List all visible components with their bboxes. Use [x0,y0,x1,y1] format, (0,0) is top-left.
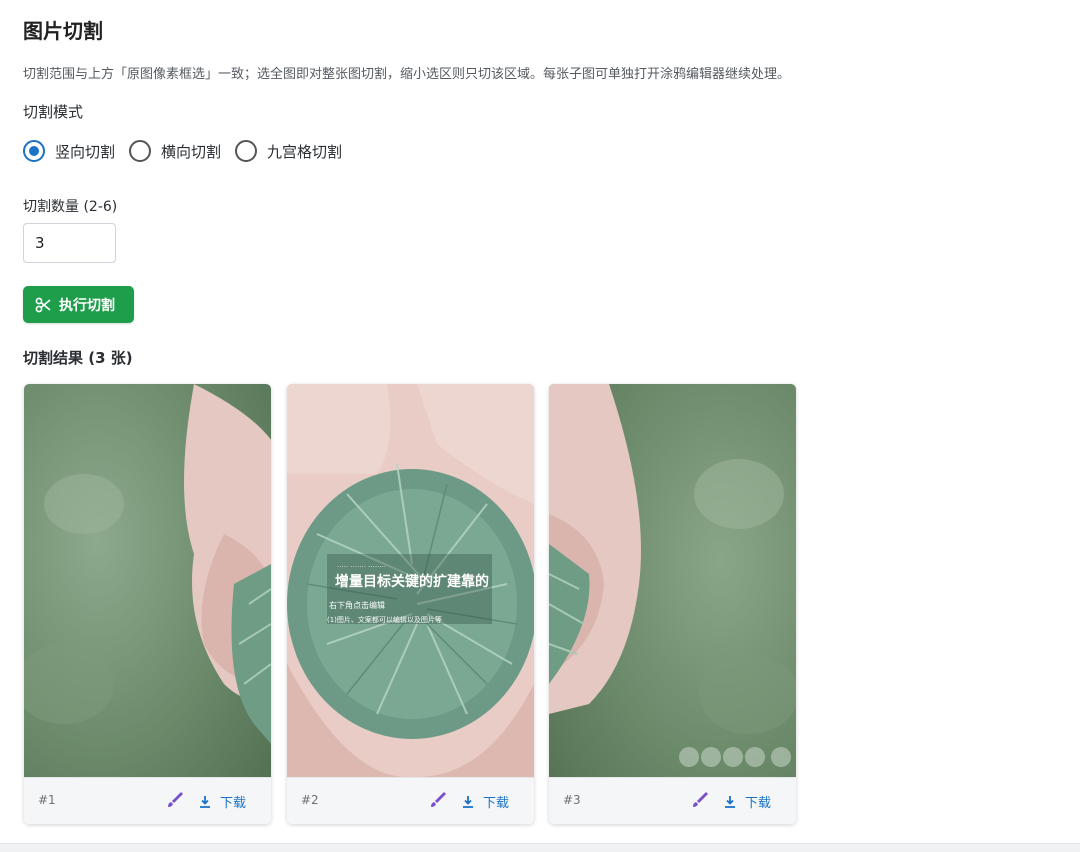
download-icon [200,795,210,808]
svg-text:····· ······· ········: ····· ······· ········ [337,563,386,571]
result-card: #3 下载 [549,384,796,824]
execute-split-button[interactable]: 执行切割 [23,286,134,323]
download-button[interactable]: 下载 [461,792,509,811]
download-label: 下载 [745,796,772,811]
card-footer: #3 下载 [549,777,796,824]
radio-unchecked-icon[interactable] [235,140,258,162]
download-icon [463,795,473,808]
page-title: 图片切割 [23,19,103,43]
image-index: #2 [301,793,319,807]
radio-label: 九宫格切割 [267,142,343,161]
overlay-line-2: (1)图片、文案都可以编辑以及图片等 [327,615,442,624]
download-label: 下载 [220,796,247,811]
radio-unchecked-icon[interactable] [129,140,152,162]
page-description: 切割范围与上方「原图像素框选」一致；选全图即对整张图切割，缩小选区则只切该区域。… [23,67,791,82]
brush-icon[interactable] [165,790,185,810]
radio-checked-icon[interactable] [23,140,45,162]
split-count-label: 切割数量 (2-6) [23,199,118,215]
image-index: #3 [563,793,581,807]
result-card: #1 下载 [24,384,271,824]
execute-split-label: 执行切割 [59,297,115,314]
download-button[interactable]: 下载 [198,792,246,811]
image-split-panel: 图片切割 切割范围与上方「原图像素框选」一致；选全图即对整张图切割，缩小选区则只… [0,0,1080,844]
brush-icon[interactable] [690,790,710,810]
brush-icon[interactable] [428,790,448,810]
image-index: #1 [38,793,56,807]
download-label: 下载 [483,796,510,811]
radio-label: 横向切割 [161,142,222,161]
radio-horizontal-split[interactable]: 横向切割 [129,140,221,162]
card-footer: #2 下载 [287,777,534,824]
radio-vertical-split[interactable]: 竖向切割 [23,140,115,162]
scissors-icon [35,297,51,312]
result-title: 切割结果 (3 张) [23,349,133,367]
split-mode-label: 切割模式 [23,103,84,121]
download-icon [725,795,735,808]
radio-label: 竖向切割 [55,142,116,161]
split-image-2: ····· ······· ········ 增量目标关键的扩建靠的 右下角点击… [287,384,534,777]
overlay-line-1: 右下角点击编辑 [329,600,385,610]
download-button[interactable]: 下载 [723,792,771,811]
radio-grid-split[interactable]: 九宫格切割 [235,140,342,162]
card-footer: #1 下载 [24,777,271,824]
split-count-input[interactable] [23,223,116,263]
split-image-1 [24,384,271,777]
split-mode-radio-group: 竖向切割 横向切割 九宫格切割 [23,140,356,162]
result-card: ····· ······· ········ 增量目标关键的扩建靠的 右下角点击… [287,384,534,824]
overlay-headline: 增量目标关键的扩建靠的 [335,573,489,590]
split-image-3 [549,384,796,777]
